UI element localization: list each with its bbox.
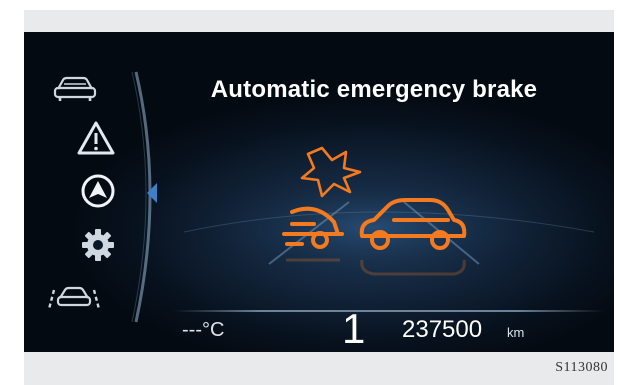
warning-triangle-icon[interactable] (76, 120, 116, 156)
road-glow (184, 172, 564, 282)
road-scene (183, 146, 595, 282)
figure-bottom-band (24, 352, 614, 385)
selection-pointer-icon (147, 183, 157, 203)
alert-title: Automatic emergency brake (210, 76, 538, 103)
lane-assist-car-icon[interactable] (46, 282, 102, 312)
gear-indicator: 1 (342, 305, 366, 352)
figure-reference: S113080 (555, 360, 608, 375)
odometer-unit: km (507, 325, 525, 340)
figure-top-band (24, 10, 614, 32)
status-bar-divider (174, 310, 604, 312)
instrument-cluster-display: Automatic emergency brake ---°C 1 237500… (24, 32, 614, 352)
outside-temperature: ---°C (182, 319, 225, 341)
menu-sidebar (24, 32, 157, 352)
car-front-icon[interactable] (52, 74, 98, 102)
settings-gear-icon[interactable] (80, 227, 116, 263)
navigation-arrow-icon[interactable] (80, 173, 116, 209)
odometer-value: 237500 (402, 316, 483, 343)
